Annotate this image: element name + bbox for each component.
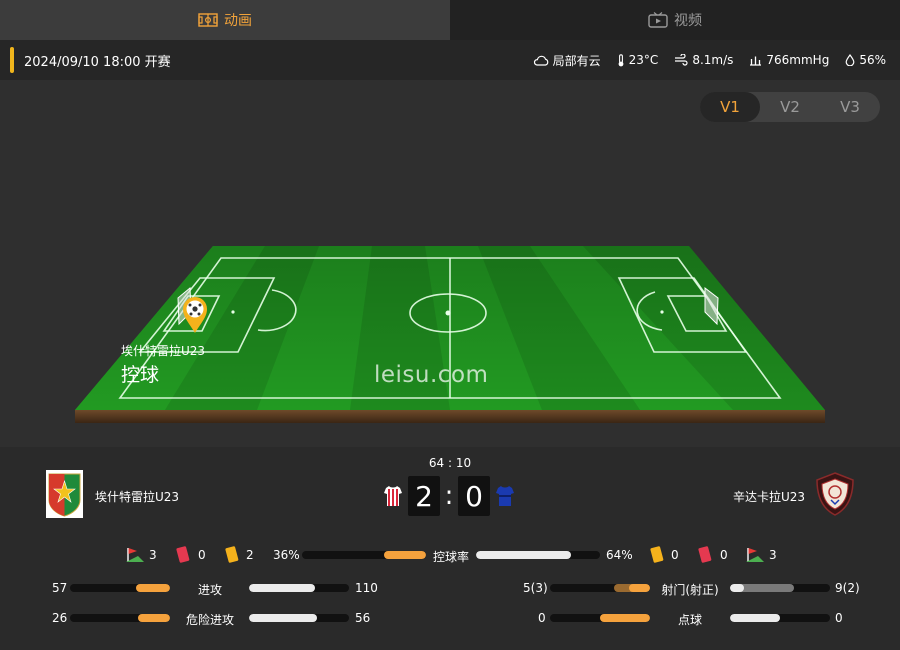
match-info-bar: 2024/09/10 18:00 开赛 局部有云 23°C 8.1m/s 766… bbox=[0, 40, 900, 80]
wind-icon bbox=[675, 54, 688, 66]
cloud-icon bbox=[533, 55, 548, 66]
home-yellow-cards: 2 bbox=[246, 548, 254, 562]
temperature: 23°C bbox=[617, 53, 658, 67]
penalty-away-bar bbox=[730, 614, 830, 622]
away-corners: 3 bbox=[769, 548, 777, 562]
home-team-logo[interactable] bbox=[46, 470, 83, 518]
match-minute: 64 : 10 bbox=[428, 456, 472, 470]
cards-possession-row: 3 0 2 36% 控球率 64% 0 0 3 bbox=[0, 545, 900, 565]
home-corner-flag-icon bbox=[126, 548, 144, 562]
penalty-home-fill bbox=[600, 614, 650, 622]
penalty-away-fill bbox=[730, 614, 780, 622]
penalty-label: 点球 bbox=[677, 613, 702, 627]
home-team-name[interactable]: 埃什特雷拉U23 bbox=[95, 488, 179, 505]
view-switch: V1 V2 V3 bbox=[700, 92, 880, 122]
away-yellow-cards: 0 bbox=[671, 548, 679, 562]
attack-home-fill bbox=[136, 584, 170, 592]
pitch-icon bbox=[198, 13, 218, 27]
attack-away-bar bbox=[249, 584, 349, 592]
dangerous-attack-label: 危险进攻 bbox=[185, 613, 234, 627]
possession-team-label: 埃什特雷拉U23 bbox=[121, 344, 206, 358]
score-display: 2 : 0 bbox=[384, 476, 514, 516]
attack-away-fill bbox=[249, 584, 315, 592]
watermark: leisu.com bbox=[374, 362, 489, 388]
away-possession-fill bbox=[476, 551, 571, 559]
home-possession: 36% bbox=[273, 548, 300, 562]
shots-label: 射门(射正) bbox=[661, 583, 719, 597]
home-red-card-icon bbox=[176, 546, 190, 563]
home-possession-bar bbox=[302, 551, 426, 559]
possession-label: 控球率 bbox=[432, 550, 469, 564]
home-red-cards: 0 bbox=[198, 548, 206, 562]
home-jersey-icon bbox=[384, 486, 402, 506]
wind-speed: 8.1m/s bbox=[674, 53, 733, 67]
away-team-name[interactable]: 辛达卡拉U23 bbox=[733, 488, 805, 505]
home-possession-fill bbox=[384, 551, 426, 559]
tab-video[interactable]: 视频 bbox=[450, 0, 900, 40]
home-yellow-card-icon bbox=[225, 546, 239, 563]
away-score: 0 bbox=[458, 476, 490, 516]
away-jersey-icon bbox=[496, 486, 514, 506]
away-possession-bar bbox=[476, 551, 600, 559]
dangerous-attack-home-fill bbox=[138, 614, 170, 622]
penalty-home-value: 0 bbox=[538, 611, 546, 625]
view-v1-button[interactable]: V1 bbox=[700, 92, 760, 122]
thermometer-icon bbox=[618, 53, 624, 66]
tv-icon bbox=[648, 12, 668, 28]
kickoff-time: 2024/09/10 18:00 开赛 bbox=[24, 54, 171, 70]
top-tabs: 动画 视频 bbox=[0, 0, 900, 40]
shots-home-on-target-fill bbox=[629, 584, 650, 592]
view-v2-button[interactable]: V2 bbox=[760, 92, 820, 122]
attack-home-bar bbox=[70, 584, 170, 592]
shots-home-value: 5(3) bbox=[523, 581, 548, 595]
pitch-field bbox=[75, 246, 825, 423]
dangerous-attack-away-fill bbox=[249, 614, 317, 622]
tab-animation[interactable]: 动画 bbox=[0, 0, 450, 40]
away-yellow-card-icon bbox=[650, 546, 664, 563]
away-team-logo[interactable] bbox=[815, 472, 855, 516]
droplet-icon bbox=[845, 54, 855, 66]
attack-home-value: 57 bbox=[52, 581, 68, 595]
home-corners: 3 bbox=[149, 548, 157, 562]
accent-marker bbox=[10, 47, 14, 73]
away-red-cards: 0 bbox=[720, 548, 728, 562]
animation-stage: V1 V2 V3 埃什特雷拉U23 控球 leisu.com bbox=[0, 80, 900, 447]
penalty-home-bar bbox=[550, 614, 650, 622]
shots-away-value: 9(2) bbox=[835, 581, 860, 595]
dangerous-attack-away-bar bbox=[249, 614, 349, 622]
away-possession: 64% bbox=[606, 548, 633, 562]
shots-away-on-target-fill bbox=[730, 584, 744, 592]
pressure-icon bbox=[750, 56, 762, 66]
tab-video-label: 视频 bbox=[674, 13, 702, 29]
attack-away-value: 110 bbox=[355, 581, 378, 595]
shots-away-bar bbox=[730, 584, 830, 592]
possession-event-label: 控球 bbox=[121, 364, 160, 386]
air-pressure: 766mmHg bbox=[749, 53, 829, 67]
score-separator: : bbox=[444, 481, 454, 511]
away-corner-flag-icon bbox=[746, 548, 764, 562]
home-score: 2 bbox=[408, 476, 440, 516]
humidity: 56% bbox=[845, 53, 886, 67]
penalty-away-value: 0 bbox=[835, 611, 843, 625]
shots-home-bar bbox=[550, 584, 650, 592]
dangerous-attack-away-value: 56 bbox=[355, 611, 371, 625]
weather-condition: 局部有云 bbox=[533, 52, 601, 69]
away-red-card-icon bbox=[698, 546, 712, 563]
view-v3-button[interactable]: V3 bbox=[820, 92, 880, 122]
dangerous-attack-home-value: 26 bbox=[52, 611, 68, 625]
weather-info: 局部有云 23°C 8.1m/s 766mmHg 56% bbox=[533, 52, 886, 69]
tab-animation-label: 动画 bbox=[224, 13, 252, 29]
dangerous-attack-home-bar bbox=[70, 614, 170, 622]
attack-label: 进攻 bbox=[197, 583, 222, 597]
scoreboard: 埃什特雷拉U23 64 : 10 2 : 0 辛达卡拉U23 3 0 2 36%… bbox=[0, 447, 900, 650]
